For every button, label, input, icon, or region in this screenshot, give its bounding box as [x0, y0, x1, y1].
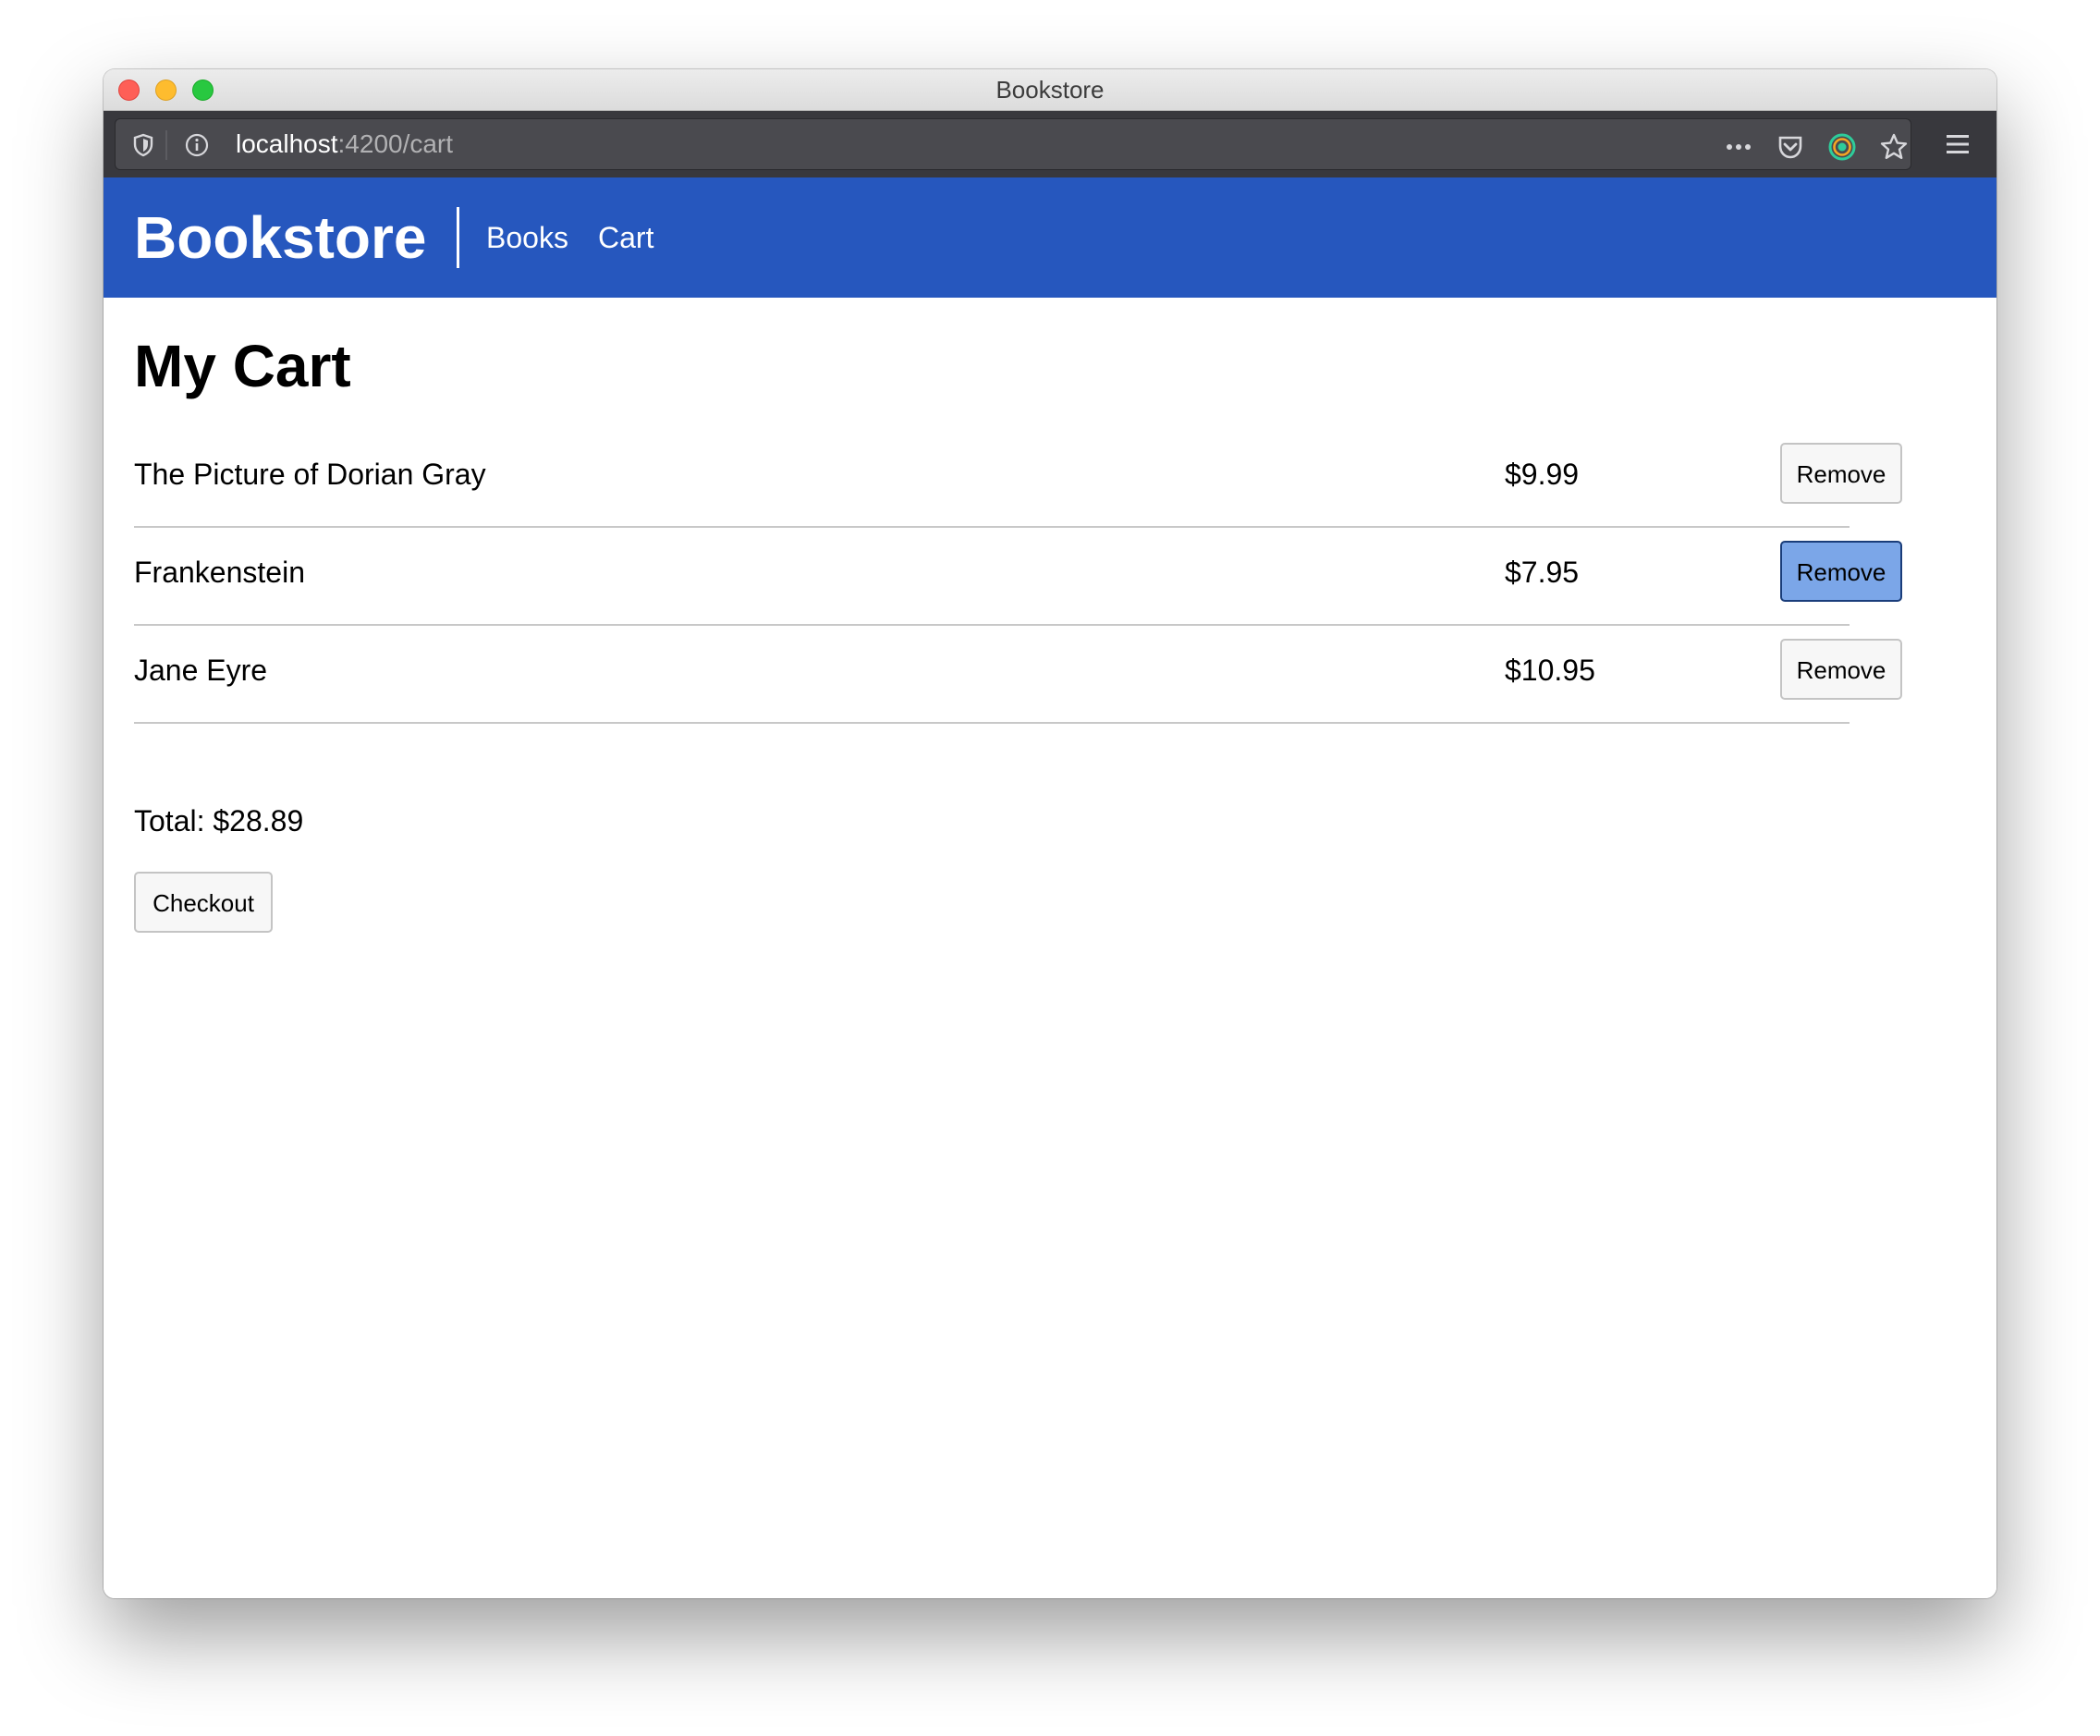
- page-content: Bookstore Books Cart My Cart The Picture…: [104, 177, 1996, 1598]
- window-title: Bookstore: [995, 76, 1105, 104]
- url-path: :4200/cart: [337, 129, 454, 158]
- nav-divider: [457, 207, 459, 268]
- item-title: Jane Eyre: [134, 654, 268, 687]
- address-bar[interactable]: localhost:4200/cart: [115, 118, 1911, 170]
- cart-item: The Picture of Dorian Gray $9.99 Remove: [134, 430, 1902, 528]
- cart-total: Total: $28.89: [134, 804, 304, 837]
- checkout-button[interactable]: Checkout: [134, 872, 273, 933]
- extension-icon[interactable]: [1827, 132, 1857, 162]
- cart-item: Frankenstein $7.95 Remove: [134, 528, 1902, 626]
- page-title: My Cart: [134, 333, 351, 399]
- remove-button[interactable]: Remove: [1780, 541, 1902, 602]
- nav-link-books[interactable]: Books: [486, 177, 568, 298]
- item-price: $9.99: [1505, 458, 1580, 491]
- cart-list: The Picture of Dorian Gray $9.99 Remove …: [134, 430, 1902, 724]
- item-price: $10.95: [1505, 654, 1595, 687]
- nav-link-cart[interactable]: Cart: [598, 177, 653, 298]
- title-bar: Bookstore: [104, 69, 1996, 111]
- hamburger-menu-icon[interactable]: [1943, 129, 1972, 159]
- url-text[interactable]: localhost:4200/cart: [236, 119, 453, 169]
- site-navbar: Bookstore Books Cart: [104, 177, 1996, 298]
- bookmark-star-icon[interactable]: [1879, 132, 1909, 162]
- remove-button[interactable]: Remove: [1780, 639, 1902, 700]
- shield-icon[interactable]: [130, 132, 156, 158]
- item-title: The Picture of Dorian Gray: [134, 458, 486, 491]
- url-host: localhost: [236, 129, 338, 158]
- browser-toolbar: localhost:4200/cart: [104, 111, 1996, 177]
- item-price: $7.95: [1505, 556, 1580, 589]
- info-icon[interactable]: [184, 132, 210, 158]
- cart-item: Jane Eyre $10.95 Remove: [134, 626, 1902, 724]
- browser-window: Bookstore localhost:4200/cart Bookstore …: [104, 69, 1996, 1598]
- remove-button[interactable]: Remove: [1780, 443, 1902, 504]
- pocket-icon[interactable]: [1776, 132, 1805, 162]
- url-separator: [165, 130, 167, 160]
- more-actions-icon[interactable]: [1724, 132, 1753, 162]
- brand-logo[interactable]: Bookstore: [134, 177, 427, 298]
- item-title: Frankenstein: [134, 556, 305, 589]
